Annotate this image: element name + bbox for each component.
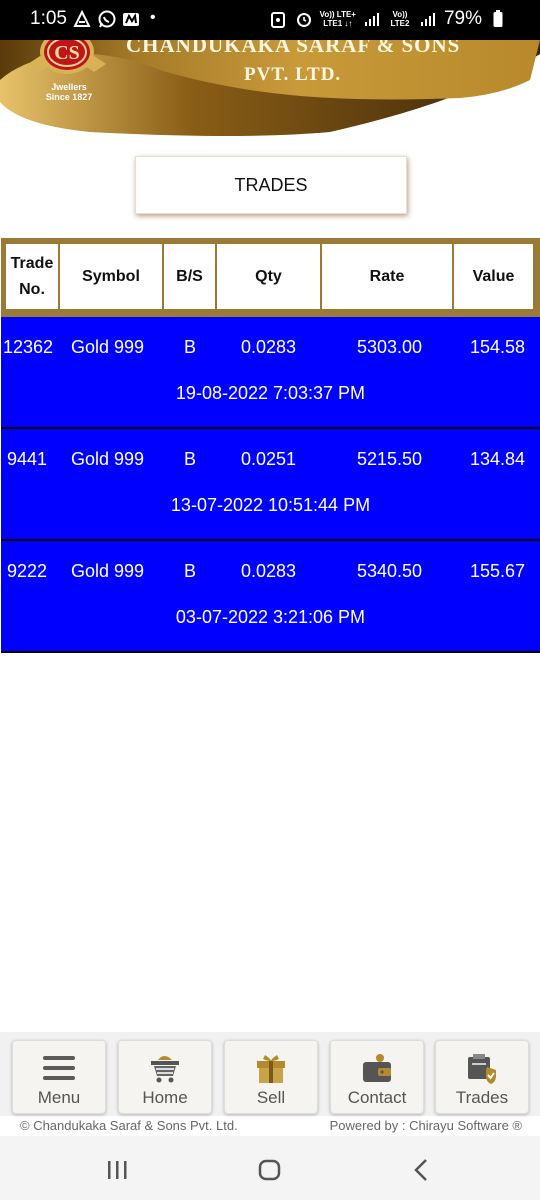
- notification-icons: [72, 9, 142, 29]
- qty-cell: 0.0251: [241, 449, 297, 469]
- trade-datetime: 03-07-2022 3:21:06 PM: [175, 607, 366, 627]
- sim2-lte-indicator: Vo)) LTE2: [390, 10, 410, 28]
- col-trade-no: Trade No.: [6, 244, 58, 309]
- symbol-cell: Gold 999: [71, 337, 145, 357]
- nav-label: Trades: [455, 1088, 509, 1107]
- sim1-lte-indicator: Vo)) LTE+ LTE1 ↓↑: [319, 10, 356, 28]
- company-suffix: PVT. LTD.: [244, 64, 342, 85]
- battery-icon: [488, 9, 508, 29]
- value-cell: 134.84: [470, 449, 526, 469]
- back-icon[interactable]: [412, 1158, 430, 1182]
- value-cell: 155.67: [470, 561, 526, 581]
- footer: © Chandukaka Saraf & Sons Pvt. Ltd. Powe…: [0, 1116, 540, 1136]
- data-saver-icon: [268, 9, 288, 29]
- page-title: TRADES: [135, 156, 407, 214]
- nav-sell-button[interactable]: Sell: [224, 1040, 318, 1114]
- app-screen: 1:05 • Vo)) LTE+ LTE1 ↓↑ Vo)) LTE2 79% C…: [0, 0, 540, 1200]
- mail-app-icon: [122, 9, 142, 29]
- nav-menu-button[interactable]: Menu: [12, 1040, 106, 1114]
- alarm-icon: [294, 9, 314, 29]
- value-cell: 154.58: [470, 337, 526, 357]
- logo-tagline: Jwellers Since 1827: [45, 82, 93, 102]
- gift-icon: [253, 1051, 289, 1085]
- status-right: Vo)) LTE+ LTE1 ↓↑ Vo)) LTE2 79%: [268, 8, 508, 30]
- rate-cell: 5215.50: [357, 449, 423, 469]
- nav-home-button[interactable]: Home: [118, 1040, 212, 1114]
- table-row[interactable]: 12362 Gold 999 B 0.0283 5303.00 154.58 1…: [1, 317, 540, 429]
- nav-trades-button[interactable]: Trades: [435, 1040, 529, 1114]
- svg-text:CS: CS: [54, 42, 80, 64]
- qty-cell: 0.0283: [241, 561, 297, 581]
- trade-no-cell: 12362: [3, 337, 54, 357]
- bs-cell: B: [184, 337, 197, 357]
- bottom-nav: Menu Home Sell Contact Trades: [0, 1032, 540, 1116]
- powered-by-text: Powered by : Chirayu Software ®: [329, 1118, 522, 1133]
- nav-label: Home: [142, 1088, 188, 1107]
- nav-label: Menu: [37, 1088, 81, 1107]
- notification-dot: •: [150, 9, 156, 26]
- copyright-text: © Chandukaka Saraf & Sons Pvt. Ltd.: [20, 1118, 238, 1133]
- bs-cell: B: [184, 561, 197, 581]
- status-bar: 1:05 • Vo)) LTE+ LTE1 ↓↑ Vo)) LTE2 79%: [0, 0, 540, 40]
- bs-cell: B: [184, 449, 197, 469]
- trade-no-cell: 9222: [7, 561, 48, 581]
- trade-no-cell: 9441: [7, 449, 48, 469]
- col-qty: Qty: [217, 244, 320, 309]
- table-body: 12362 Gold 999 B 0.0283 5303.00 154.58 1…: [1, 317, 540, 653]
- col-rate: Rate: [322, 244, 452, 309]
- battery-percent: 79%: [443, 8, 482, 29]
- trades-table: Trade No. Symbol B/S Qty Rate Value 12362…: [1, 238, 540, 654]
- system-nav-bar: [0, 1136, 540, 1200]
- home-system-icon[interactable]: [258, 1159, 282, 1181]
- col-value: Value: [454, 244, 533, 309]
- table-row[interactable]: 9222 Gold 999 B 0.0283 5340.50 155.67 03…: [1, 541, 540, 653]
- nav-label: Sell: [256, 1088, 286, 1107]
- col-symbol: Symbol: [60, 244, 162, 309]
- symbol-cell: Gold 999: [71, 449, 145, 469]
- rate-cell: 5340.50: [357, 561, 423, 581]
- status-time: 1:05: [30, 8, 67, 29]
- trades-box-icon: [464, 1051, 500, 1085]
- wallet-icon: [359, 1051, 395, 1085]
- nav-label: Contact: [347, 1088, 407, 1107]
- cs-logo-icon: CS: [28, 34, 106, 74]
- whatsapp-icon: [97, 9, 117, 29]
- table-row[interactable]: 9441 Gold 999 B 0.0251 5215.50 134.84 13…: [1, 429, 540, 541]
- trade-datetime: 13-07-2022 10:51:44 PM: [170, 495, 371, 515]
- signal2-icon: [418, 9, 438, 29]
- rate-cell: 5303.00: [357, 337, 423, 357]
- table-header: Trade No. Symbol B/S Qty Rate Value: [1, 238, 540, 317]
- cart-icon: [147, 1051, 183, 1085]
- recent-apps-icon[interactable]: [107, 1160, 129, 1180]
- app-notification-icon: [72, 9, 92, 29]
- symbol-cell: Gold 999: [71, 561, 145, 581]
- brand-banner: CS CHANDUKAKA SARAF & SONS PVT. LTD. Jwe…: [0, 33, 540, 140]
- col-bs: B/S: [164, 244, 215, 309]
- nav-contact-button[interactable]: Contact: [330, 1040, 424, 1114]
- trade-datetime: 19-08-2022 7:03:37 PM: [175, 383, 366, 403]
- qty-cell: 0.0283: [241, 337, 297, 357]
- signal1-icon: [362, 9, 382, 29]
- hamburger-menu-icon: [41, 1051, 77, 1085]
